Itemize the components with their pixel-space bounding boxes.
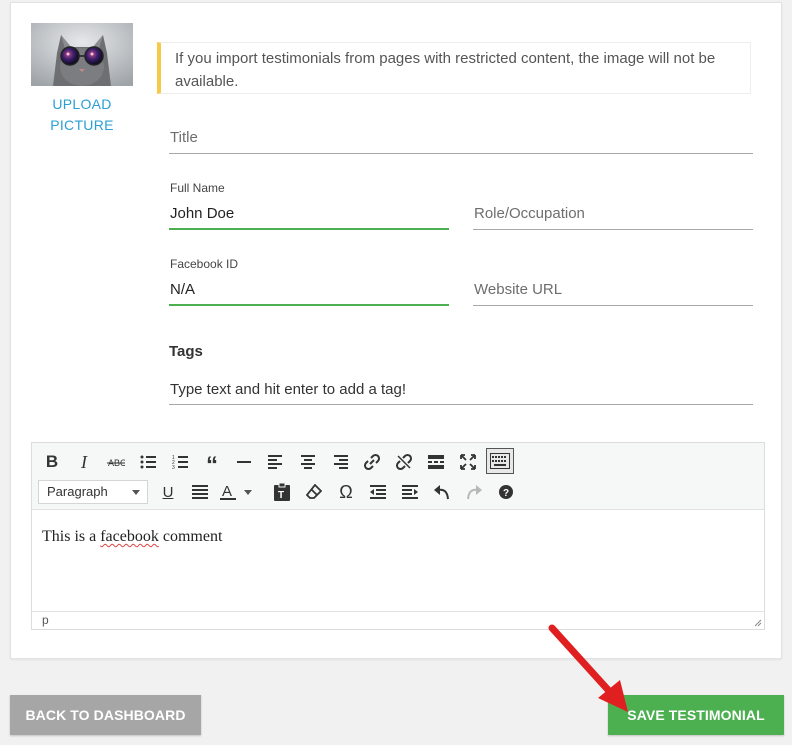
toolbar-toggle-icon[interactable] — [486, 448, 514, 474]
link-icon[interactable] — [358, 449, 386, 475]
svg-text:A: A — [222, 483, 232, 500]
tags-placeholder: Type text and hit enter to add a tag! — [170, 381, 406, 398]
save-button-label: SAVE TESTIMONIAL — [627, 707, 765, 723]
full-name-value: John Doe — [170, 205, 235, 222]
full-name-field[interactable]: Full Name John Doe — [169, 181, 449, 230]
indent-icon[interactable] — [396, 479, 424, 505]
title-placeholder: Title — [170, 129, 198, 146]
help-icon[interactable]: ? — [492, 479, 520, 505]
redo-icon[interactable] — [460, 479, 488, 505]
notice-text: If you import testimonials from pages wi… — [175, 50, 716, 90]
paragraph-format-select[interactable]: Paragraph — [38, 480, 148, 504]
chevron-down-icon — [132, 490, 140, 495]
content-text-before: This is a — [42, 528, 101, 545]
content-text-after: comment — [158, 528, 223, 545]
undo-icon[interactable] — [428, 479, 456, 505]
editor-content-area[interactable]: This is a facebook comment — [32, 511, 764, 611]
paste-text-icon[interactable]: T — [268, 479, 296, 505]
horizontal-line-icon[interactable] — [230, 449, 258, 475]
facebook-id-value: N/A — [170, 281, 196, 298]
fullscreen-icon[interactable] — [454, 449, 482, 475]
svg-text:T: T — [278, 490, 284, 501]
facebook-id-label: Facebook ID — [170, 257, 239, 271]
svg-text:3: 3 — [172, 465, 175, 469]
justify-icon[interactable] — [186, 479, 214, 505]
save-testimonial-button[interactable]: SAVE TESTIMONIAL — [608, 695, 784, 735]
website-url-field[interactable]: Website URL — [473, 257, 753, 306]
italic-icon[interactable]: I — [70, 449, 98, 475]
misspelled-word: facebook — [100, 528, 159, 545]
role-occupation-field[interactable]: Role/Occupation — [473, 181, 753, 230]
editor-toolbar: B I ABC 123 “ Paragraph U A T Ω ? — [32, 443, 764, 510]
resize-handle-icon[interactable] — [752, 617, 762, 627]
facebook-id-field[interactable]: Facebook ID N/A — [169, 257, 449, 306]
align-left-icon[interactable] — [262, 449, 290, 475]
outdent-icon[interactable] — [364, 479, 392, 505]
back-button-label: BACK TO DASHBOARD — [25, 707, 186, 723]
editor-statusbar: p — [32, 611, 764, 629]
read-more-icon[interactable] — [422, 449, 450, 475]
tags-heading: Tags — [169, 343, 203, 360]
special-character-icon[interactable]: Ω — [332, 479, 360, 505]
testimonial-form-card: UPLOAD PICTURE If you import testimonial… — [10, 2, 782, 659]
upload-link-line2: PICTURE — [50, 117, 114, 133]
back-to-dashboard-button[interactable]: BACK TO DASHBOARD — [10, 695, 201, 735]
title-field[interactable]: Title — [169, 121, 753, 154]
tags-input[interactable]: Type text and hit enter to add a tag! — [169, 369, 753, 405]
rich-text-editor: B I ABC 123 “ Paragraph U A T Ω ? This i… — [31, 442, 765, 630]
unlink-icon[interactable] — [390, 449, 418, 475]
role-occupation-placeholder: Role/Occupation — [474, 205, 585, 222]
numbered-list-icon[interactable]: 123 — [166, 449, 194, 475]
format-selected-value: Paragraph — [47, 484, 108, 499]
svg-text:?: ? — [503, 488, 509, 499]
element-path[interactable]: p — [42, 613, 49, 627]
website-url-placeholder: Website URL — [474, 281, 563, 298]
cat-avatar-image — [31, 23, 133, 86]
bold-icon[interactable]: B — [38, 449, 66, 475]
underline-icon[interactable]: U — [154, 479, 182, 505]
profile-picture[interactable] — [31, 23, 133, 86]
bullet-list-icon[interactable] — [134, 449, 162, 475]
upload-link-line1: UPLOAD — [52, 96, 112, 112]
blockquote-icon[interactable]: “ — [198, 449, 226, 479]
full-name-label: Full Name — [170, 181, 225, 195]
restricted-content-notice: If you import testimonials from pages wi… — [157, 42, 751, 94]
align-right-icon[interactable] — [326, 449, 354, 475]
text-color-icon[interactable]: A — [216, 479, 258, 505]
clear-formatting-icon[interactable] — [300, 479, 328, 505]
align-center-icon[interactable] — [294, 449, 322, 475]
upload-picture-link[interactable]: UPLOAD PICTURE — [31, 94, 133, 136]
strikethrough-icon[interactable]: ABC — [102, 449, 130, 475]
